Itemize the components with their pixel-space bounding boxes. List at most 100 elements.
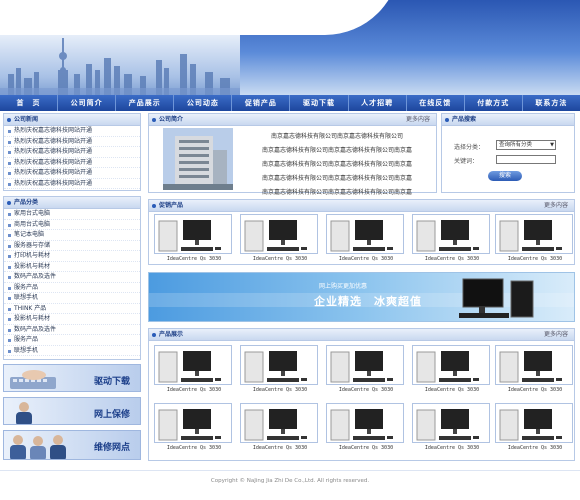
promo-more-link[interactable]: 更多内容: [544, 200, 568, 212]
category-item[interactable]: 数码产品及选件: [4, 272, 140, 283]
promo-product-card[interactable]: IdeaCentre Qs 3030: [154, 214, 234, 262]
showcase-product-card[interactable]: IdeaCentre Qs 3030: [326, 403, 406, 451]
desktop-pc-image: [412, 403, 490, 443]
nav-item-contact[interactable]: 联系方法: [523, 95, 580, 111]
desktop-pc-icon: [499, 351, 562, 383]
online-warranty-banner[interactable]: 网上保修: [3, 397, 141, 425]
driver-download-banner[interactable]: 驱动下载: [3, 364, 141, 392]
news-item[interactable]: 热烈庆祝嘉志德科技网站开通: [4, 158, 140, 168]
product-caption: IdeaCentre Qs 3030: [424, 387, 480, 393]
category-item[interactable]: THINK 产品: [4, 304, 140, 314]
desktop-pc-image: [495, 403, 573, 443]
nav-item-news[interactable]: 公司动态: [174, 95, 233, 111]
product-caption: IdeaCentre Qs 3030: [338, 387, 394, 393]
desktop-pc-icon: [330, 409, 393, 441]
category-select[interactable]: 查询所有分类 ▼: [496, 140, 556, 150]
category-item[interactable]: 服务产品: [4, 283, 140, 293]
category-item[interactable]: 数码产品及选件: [4, 325, 140, 335]
showcase-product-card[interactable]: IdeaCentre Qs 3030: [412, 345, 492, 393]
nav-item-jobs[interactable]: 人才招聘: [349, 95, 407, 111]
city-skyline-illustration: [0, 38, 240, 95]
desktop-pc-image: [412, 214, 490, 254]
search-button[interactable]: 搜索: [488, 171, 522, 181]
category-item[interactable]: 服务产品: [4, 335, 140, 346]
showcase-product-card[interactable]: IdeaCentre Qs 3030: [495, 403, 575, 451]
search-panel: 产品搜索 选择分类： 查询所有分类 ▼ 关键词： 搜索: [441, 113, 575, 193]
product-caption: IdeaCentre Qs 3030: [166, 445, 222, 451]
about-line: 南京嘉志德科技有限公司南京嘉志德科技有限公司南京嘉: [261, 189, 412, 196]
desktop-pc-icon: [499, 409, 562, 441]
desktop-pc-icon: [416, 351, 479, 383]
showcase-product-card[interactable]: IdeaCentre Qs 3030: [154, 403, 234, 451]
promo-product-card[interactable]: IdeaCentre Qs 3030: [412, 214, 492, 262]
desktop-pc-icon: [244, 220, 307, 252]
showcase-product-card[interactable]: IdeaCentre Qs 3030: [154, 345, 234, 393]
category-item[interactable]: 服务器与存储: [4, 241, 140, 251]
product-caption: IdeaCentre Qs 3030: [507, 387, 563, 393]
category-item[interactable]: 投影机与耗材: [4, 262, 140, 272]
news-item[interactable]: 热烈庆祝嘉志德科技网站开通: [4, 137, 140, 147]
nav-item-payment[interactable]: 付款方式: [465, 95, 523, 111]
news-item[interactable]: 热烈庆祝嘉志德科技网站开通: [4, 168, 140, 179]
category-item[interactable]: 笔记本电脑: [4, 230, 140, 241]
promo-product-card[interactable]: IdeaCentre Qs 3030: [326, 214, 406, 262]
desktop-pc-image: [154, 403, 232, 443]
product-caption: IdeaCentre Qs 3030: [507, 256, 563, 262]
person-icon: [16, 402, 32, 424]
nav-item-drivers[interactable]: 驱动下载: [290, 95, 349, 111]
keyword-input[interactable]: [496, 155, 556, 164]
nav-item-about[interactable]: 公司简介: [58, 95, 117, 111]
promo-product-card[interactable]: IdeaCentre Qs 3030: [240, 214, 320, 262]
category-item[interactable]: 打印机与耗材: [4, 251, 140, 262]
desktop-pc-icon: [244, 409, 307, 441]
ad-subtitle: 网上购买更加优惠: [319, 283, 368, 290]
desktop-pc-image: [412, 345, 490, 385]
showcase-product-card[interactable]: IdeaCentre Qs 3030: [240, 345, 320, 393]
about-more-link[interactable]: 更多内容: [406, 114, 430, 126]
category-title: 产品分类: [4, 197, 140, 209]
news-item[interactable]: 热烈庆祝嘉志德科技网站开通: [4, 126, 140, 137]
promo-ad-banner[interactable]: 网上购买更加优惠 企业精选 冰爽超值: [148, 272, 575, 322]
category-item[interactable]: 家用台式电脑: [4, 209, 140, 220]
chevron-down-icon: ▼: [550, 142, 554, 148]
desktop-pc-image: [240, 345, 318, 385]
about-line: 南京嘉志德科技有限公司南京嘉志德科技有限公司南京嘉: [261, 147, 412, 154]
category-item[interactable]: 联想手机: [4, 346, 140, 356]
category-item[interactable]: 联想手机: [4, 293, 140, 304]
desktop-pc-image: [326, 345, 404, 385]
showcase-product-card[interactable]: IdeaCentre Qs 3030: [412, 403, 492, 451]
main-nav: 首 页 公司简介 产品展示 公司动态 促销产品 驱动下载 人才招聘 在线反馈 付…: [0, 95, 580, 111]
category-select-value: 查询所有分类: [499, 142, 533, 148]
about-line: 南京嘉志德科技有限公司南京嘉志德科技有限公司: [270, 133, 403, 140]
product-caption: IdeaCentre Qs 3030: [166, 387, 222, 393]
about-title-text: 公司简介: [159, 116, 184, 123]
category-item[interactable]: 投影机与耗材: [4, 314, 140, 325]
footer-copyright: Copyright © NaJing Jia Zhi De Co.,Ltd. A…: [0, 470, 580, 490]
keyword-label: 关键词：: [454, 158, 479, 165]
ad-headline: 企业精选 冰爽超值: [314, 295, 422, 308]
desktop-pc-image: [495, 214, 573, 254]
about-panel: 公司简介 更多内容 南京嘉志德科技有限公司南京嘉志德科技有限公司 南京嘉志德科技有…: [148, 113, 437, 196]
news-item[interactable]: 热烈庆祝嘉志德科技网站开通: [4, 179, 140, 189]
showcase-product-card[interactable]: IdeaCentre Qs 3030: [240, 403, 320, 451]
desktop-pc-icon: [158, 409, 221, 441]
service-points-banner[interactable]: 维修网点: [3, 430, 141, 460]
showcase-product-card[interactable]: IdeaCentre Qs 3030: [326, 345, 406, 393]
about-title: 公司简介 更多内容: [149, 114, 436, 126]
nav-item-feedback[interactable]: 在线反馈: [407, 95, 465, 111]
product-caption: IdeaCentre Qs 3030: [424, 445, 480, 451]
promo-title-text: 促销产品: [159, 202, 184, 209]
about-line: 南京嘉志德科技有限公司南京嘉志德科技有限公司南京嘉: [261, 175, 412, 182]
showcase-product-card[interactable]: IdeaCentre Qs 3030: [495, 345, 575, 393]
showcase-more-link[interactable]: 更多内容: [544, 329, 568, 341]
desktop-pc-icon: [158, 351, 221, 383]
desktop-pc-icon: [158, 220, 221, 252]
promo-product-card[interactable]: IdeaCentre Qs 3030: [495, 214, 575, 262]
about-line: 南京嘉志德科技有限公司南京嘉志德科技有限公司南京嘉: [261, 161, 412, 168]
nav-item-home[interactable]: 首 页: [0, 95, 59, 111]
news-item[interactable]: 热烈庆祝嘉志德科技网站开通: [4, 147, 140, 158]
news-title: 公司新闻: [4, 114, 140, 126]
category-item[interactable]: 商用台式电脑: [4, 220, 140, 230]
nav-item-promo[interactable]: 促销产品: [232, 95, 291, 111]
nav-item-products[interactable]: 产品展示: [116, 95, 175, 111]
